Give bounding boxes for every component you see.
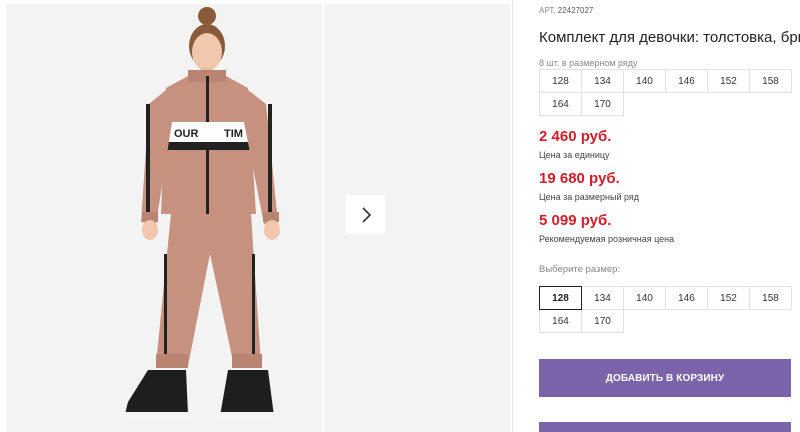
panel-divider [512,0,513,432]
size-option[interactable]: 158 [749,286,792,310]
add-to-cart-button[interactable]: ДОБАВИТЬ В КОРЗИНУ [539,359,791,397]
price-retail: 5 099 руб. [539,212,612,229]
product-gallery: OUR TIM [0,0,512,432]
price-unit-caption: Цена за единицу [539,150,610,160]
size-option[interactable]: 146 [665,286,708,310]
price-pack: 19 680 руб. [539,170,620,187]
gallery-next-button[interactable] [346,195,385,234]
girl-tracksuit-illustration: OUR TIM [124,7,280,420]
pack-size-cell: 152 [707,69,750,93]
size-option[interactable]: 152 [707,286,750,310]
price-pack-caption: Цена за размерный ряд [539,192,640,202]
chevron-right-icon [361,206,371,223]
product-photo-main[interactable]: OUR TIM [6,4,322,432]
pack-size-cell: 164 [539,92,582,116]
pack-sizes-grid: 128 134 140 146 152 158 164 170 [539,69,792,116]
pack-note: 8 шт. в размерном ряду [539,58,638,68]
pack-size-cell: 140 [623,69,666,93]
product-page: OUR TIM АРТ. 22427027 Комплект для девоч… [0,0,800,432]
price-retail-caption: Рекомендуемая розничная цена [539,234,675,244]
secondary-action-button[interactable] [539,422,791,432]
svg-text:TIM: TIM [224,128,243,140]
size-select-label: Выберите размер: [539,264,621,275]
svg-text:OUR: OUR [174,128,199,140]
size-option[interactable]: 134 [581,286,624,310]
size-select-grid: 128 134 140 146 152 158 164 170 [539,286,792,333]
pack-size-cell: 146 [665,69,708,93]
size-option[interactable]: 170 [581,309,624,333]
sku-line: АРТ. 22427027 [539,6,593,15]
sku-value: 22427027 [557,6,594,15]
size-option[interactable]: 140 [623,286,666,310]
pack-size-cell: 170 [581,92,624,116]
pack-size-cell: 134 [581,69,624,93]
pack-size-cell: 128 [539,69,582,93]
size-option[interactable]: 164 [539,309,582,333]
size-option-selected[interactable]: 128 [539,286,582,310]
price-unit: 2 460 руб. [539,128,612,145]
product-title: Комплект для девочки: толстовка, брюки [539,29,800,46]
pack-size-cell: 158 [749,69,792,93]
sku-label: АРТ. [539,6,556,15]
